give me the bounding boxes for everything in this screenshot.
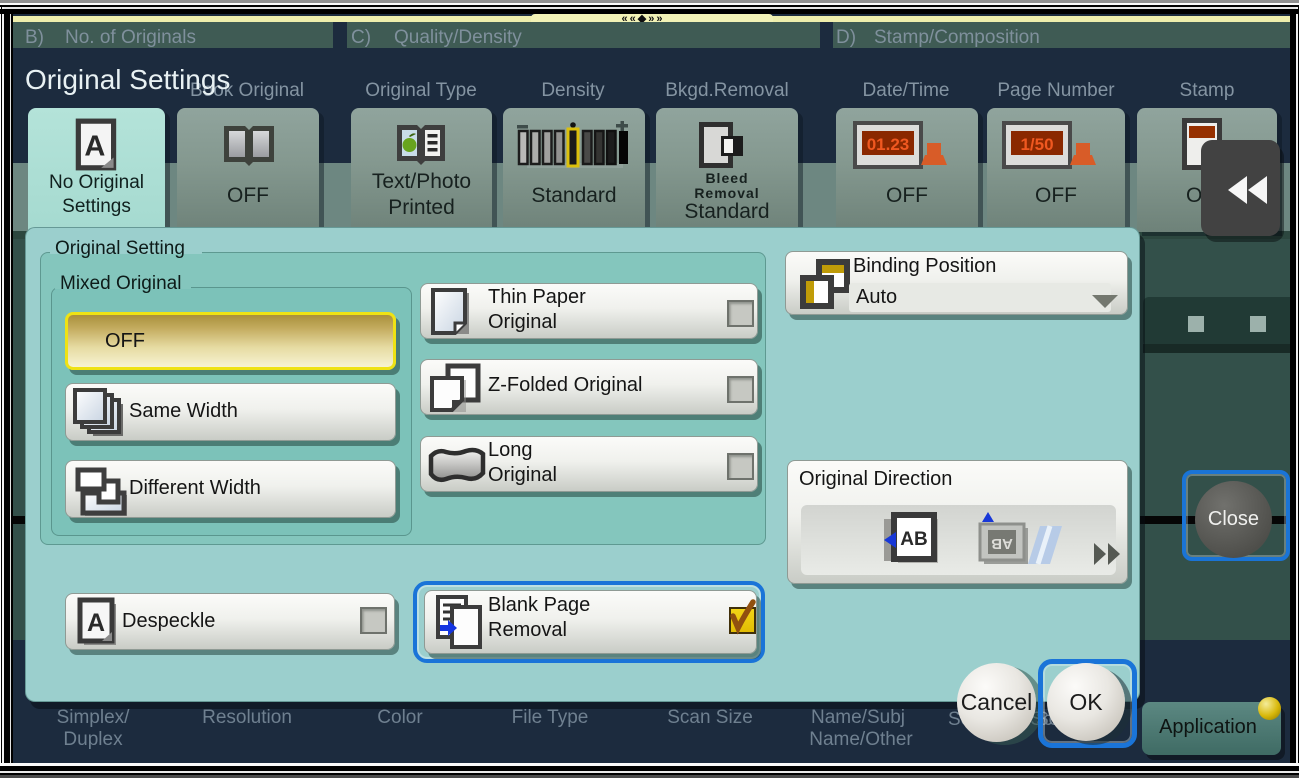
svg-text:AB: AB [900,529,927,550]
svg-text:AB: AB [991,535,1013,552]
svg-text:01.23: 01.23 [867,135,910,154]
svg-text:A: A [87,609,105,637]
svg-text:A: A [84,130,105,162]
svg-text:1/50: 1/50 [1020,135,1053,154]
